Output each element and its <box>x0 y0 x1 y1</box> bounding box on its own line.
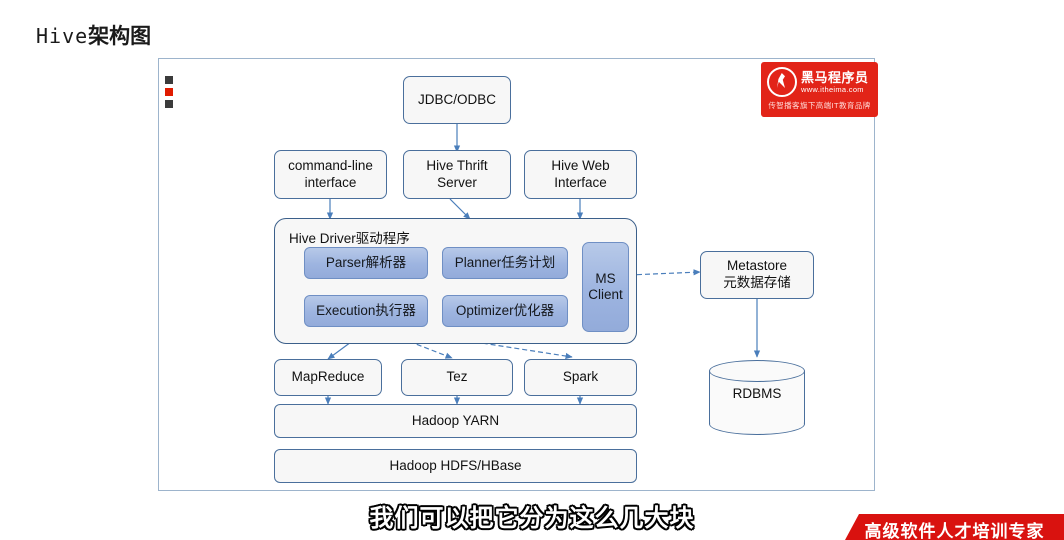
logo-texts: 黑马程序员 www.itheima.com <box>801 71 869 94</box>
node-label-line1: Metastore <box>726 258 788 274</box>
node-label: Hive Thrift Server <box>426 157 488 190</box>
node-label-line2: 元数据存储 <box>723 275 791 290</box>
component-label: Optimizer优化器 <box>455 302 555 318</box>
logo-url: www.itheima.com <box>801 84 864 94</box>
node-tez[interactable]: Tez <box>401 359 513 396</box>
cylinder-top <box>709 360 805 382</box>
itheima-logo: 黑马程序员 www.itheima.com 传智播客旗下高端IT教育品牌 <box>761 62 878 117</box>
component-planner[interactable]: Planner任务计划 <box>442 247 568 279</box>
logo-tagline: 传智播客旗下高端IT教育品牌 <box>768 101 871 110</box>
node-label: Spark <box>562 369 599 385</box>
component-label: Parser解析器 <box>325 254 407 270</box>
node-metastore[interactable]: Metastore 元数据存储 <box>700 251 814 299</box>
node-hadoop-hdfs-hbase[interactable]: Hadoop HDFS/HBase <box>274 449 637 483</box>
node-label: Hive Web Interface <box>551 157 610 190</box>
play-triangle-icon <box>988 443 1003 461</box>
bilibili-watermark-icon: bilibili <box>962 417 1030 507</box>
page-title-cjk: 架构图 <box>88 25 152 48</box>
node-command-line-interface[interactable]: command-line interface <box>274 150 387 199</box>
node-jdbc-odbc[interactable]: JDBC/ODBC <box>403 76 511 124</box>
node-label: Hadoop YARN <box>411 412 500 428</box>
node-hadoop-yarn[interactable]: Hadoop YARN <box>274 404 637 438</box>
component-label-line2: Client <box>588 287 623 302</box>
horse-head-icon <box>767 67 797 97</box>
marker-square-bottom <box>165 100 173 108</box>
node-label: MapReduce <box>291 369 365 385</box>
node-hive-web-interface[interactable]: Hive Web Interface <box>524 150 637 199</box>
node-rdbms[interactable]: RDBMS <box>709 360 805 435</box>
banner-text: 高级软件人才培训专家 <box>864 522 1045 540</box>
component-optimizer[interactable]: Optimizer优化器 <box>442 295 568 327</box>
marker-square-top <box>165 76 173 84</box>
component-label: Planner任务计划 <box>454 254 556 270</box>
node-label: Hadoop HDFS/HBase <box>389 457 522 473</box>
logo-row: 黑马程序员 www.itheima.com <box>767 67 869 97</box>
hive-driver-label: Hive Driver驱动程序 <box>289 231 410 246</box>
component-ms-client[interactable]: MS Client <box>582 242 629 332</box>
node-label: JDBC/ODBC <box>417 91 496 107</box>
marker-square-middle <box>165 88 173 96</box>
page-title-latin: Hive <box>36 24 89 48</box>
node-label: command-line interface <box>288 157 373 190</box>
node-spark[interactable]: Spark <box>524 359 637 396</box>
bottom-banner: 高级软件人才培训专家 <box>845 514 1064 540</box>
node-hive-thrift-server[interactable]: Hive Thrift Server <box>403 150 511 199</box>
screenshot-stage: Hive架构图 JDBC/ODBC command-line interface… <box>0 0 1064 540</box>
page-title: Hive架构图 <box>36 20 151 50</box>
node-label: RDBMS <box>732 386 782 401</box>
component-label: Execution执行器 <box>316 302 416 318</box>
logo-brand-name: 黑马程序员 <box>801 69 869 85</box>
node-mapreduce[interactable]: MapReduce <box>274 359 382 396</box>
node-label: Tez <box>446 369 468 385</box>
component-execution[interactable]: Execution执行器 <box>304 295 428 327</box>
component-parser[interactable]: Parser解析器 <box>304 247 428 279</box>
bilibili-wordmark: bilibili <box>973 479 1019 498</box>
component-label-line1: MS <box>595 270 616 286</box>
